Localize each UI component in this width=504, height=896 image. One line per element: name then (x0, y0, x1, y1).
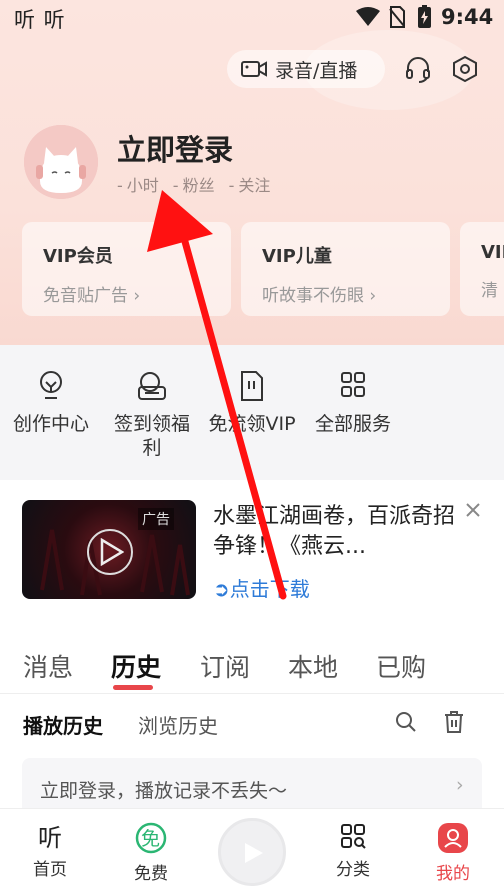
ad-download-label: 点击下载 (229, 577, 310, 601)
vip-third-card[interactable]: VIP 清 (460, 222, 504, 316)
chevron-right-icon: › (364, 286, 377, 306)
headset-icon[interactable] (404, 55, 432, 83)
play-icon (245, 843, 263, 863)
chevron-right-icon: › (456, 774, 464, 796)
cat-avatar-icon (24, 125, 98, 199)
hours-stat[interactable]: - 小时 (117, 172, 159, 196)
login-button[interactable]: 立即登录 (117, 127, 233, 169)
fans-stat[interactable]: - 粉丝 (173, 172, 215, 196)
nav-home[interactable]: 听 首页 (20, 822, 80, 880)
tab-messages[interactable]: 消息 (23, 648, 73, 684)
ad-thumbnail[interactable]: 广告 (22, 500, 196, 599)
service-label: 免流领VIP (208, 413, 296, 435)
service-label: 创作中心 (12, 413, 89, 435)
vip-kids-title: VIP儿童 (262, 246, 332, 267)
profile-stats: - 小时 - 粉丝 - 关注 (117, 172, 270, 196)
wifi-icon (356, 7, 380, 26)
vip-member-card[interactable]: VIP会员 免音贴广告 › (22, 222, 231, 316)
home-icon: 听 (38, 824, 62, 850)
subtab-play-history[interactable]: 播放历史 (23, 710, 103, 739)
nav-free-label: 免费 (134, 864, 168, 884)
chevron-right-icon: › (128, 286, 141, 306)
play-icon (100, 538, 124, 566)
vip-member-title: VIP会员 (43, 246, 113, 267)
hours-dash: - (117, 176, 123, 195)
vip-third-title: VIP (481, 242, 504, 263)
category-icon (341, 824, 366, 849)
service-label: 签到领福利 (113, 413, 190, 459)
divider (0, 693, 504, 694)
nav-category-label: 分类 (336, 860, 370, 880)
service-label: 全部服务 (314, 413, 391, 435)
follow-stat[interactable]: - 关注 (229, 172, 271, 196)
svg-text:免: 免 (141, 828, 160, 850)
vip-kids-subtitle: 听故事不伤眼 (262, 286, 364, 306)
fans-label: 粉丝 (182, 176, 215, 195)
ad-title[interactable]: 水墨江湖画卷，百派奇招争锋！《燕云... (213, 502, 458, 562)
sim-card-icon (241, 371, 263, 401)
settings-icon[interactable] (451, 55, 479, 83)
no-sim-icon (389, 6, 405, 28)
active-tab-indicator (113, 685, 153, 690)
hours-label: 小时 (126, 176, 159, 195)
nav-mine[interactable]: 我的 (423, 822, 483, 884)
subtab-browse-history[interactable]: 浏览历史 (138, 710, 218, 739)
ad-badge: 广告 (138, 508, 174, 530)
status-app-label: 听 听 (14, 8, 66, 32)
ad-download-link[interactable]: ➲点击下载 (213, 573, 310, 602)
svg-text:听: 听 (38, 824, 62, 850)
close-icon[interactable] (465, 502, 481, 518)
player-button[interactable] (218, 818, 286, 886)
grid-icon (341, 372, 365, 397)
gift-icon (138, 372, 166, 400)
tab-purchased[interactable]: 已购 (376, 648, 426, 684)
nav-category[interactable]: 分类 (323, 822, 383, 880)
lightbulb-icon (40, 371, 62, 399)
follow-label: 关注 (238, 176, 271, 195)
download-icon: ➲ (213, 577, 230, 601)
vip-kids-card[interactable]: VIP儿童 听故事不伤眼 › (241, 222, 450, 316)
nav-mine-label: 我的 (436, 864, 470, 884)
video-camera-icon (241, 61, 267, 77)
nav-home-label: 首页 (33, 860, 67, 880)
trash-icon[interactable] (443, 710, 465, 734)
login-prompt-text: 立即登录，播放记录不丢失～ (40, 780, 288, 802)
fans-dash: - (172, 176, 179, 195)
nav-free[interactable]: 免 免费 (121, 822, 181, 884)
service-all-services[interactable]: 全部服务 (310, 370, 396, 436)
battery-icon (418, 5, 431, 28)
vip-member-subtitle: 免音贴广告 (43, 286, 128, 306)
status-time: 9:44 (441, 5, 494, 29)
service-free-data-vip[interactable]: 免流领VIP (204, 370, 300, 436)
user-icon (438, 823, 468, 853)
service-checkin-reward[interactable]: 签到领福利 (108, 370, 196, 460)
tab-history[interactable]: 历史 (111, 648, 161, 684)
status-bar: 听 听 9:44 (0, 0, 504, 36)
follow-dash: - (228, 176, 235, 195)
vip-third-subtitle: 清 (481, 281, 498, 301)
service-creation-center[interactable]: 创作中心 (8, 370, 94, 436)
tab-subscriptions[interactable]: 订阅 (200, 648, 250, 684)
record-live-button[interactable]: 录音/直播 (227, 50, 385, 88)
free-icon: 免 (135, 822, 167, 854)
tab-local[interactable]: 本地 (288, 648, 338, 684)
search-icon[interactable] (395, 711, 417, 733)
record-live-label: 录音/直播 (275, 59, 358, 82)
avatar[interactable] (24, 125, 98, 199)
